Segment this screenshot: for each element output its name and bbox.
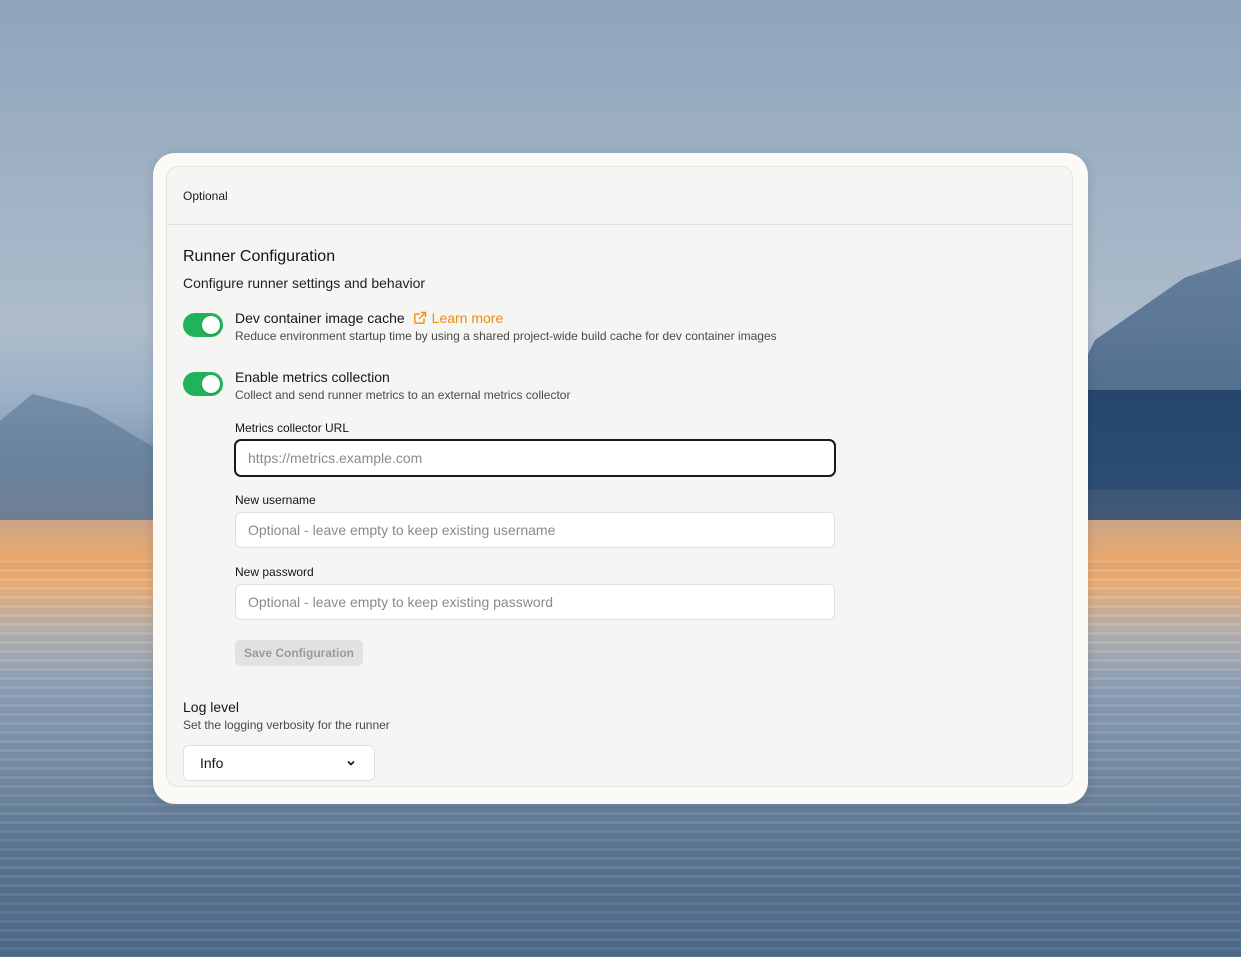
settings-window: Optional Runner Configuration Configure … — [153, 153, 1088, 804]
username-input[interactable] — [235, 512, 835, 548]
section-title: Runner Configuration — [183, 248, 336, 265]
metrics-title: Enable metrics collection — [235, 369, 390, 385]
panel-body: Runner Configuration Configure runner se… — [167, 225, 1072, 781]
log-level-selected-value: Info — [200, 755, 224, 771]
chevron-down-icon — [347, 761, 355, 766]
toggle-knob — [202, 316, 220, 334]
learn-more-label: Learn more — [431, 310, 504, 326]
section-subtitle: Configure runner settings and behavior — [183, 275, 426, 291]
toggle-knob — [202, 375, 220, 393]
metrics-fields: Metrics collector URL New username New p… — [235, 420, 1056, 666]
dev-cache-title: Dev container image cache — [235, 310, 405, 326]
metrics-url-input[interactable] — [235, 440, 835, 476]
settings-panel: Optional Runner Configuration Configure … — [166, 166, 1073, 787]
header-label: Optional — [183, 188, 228, 203]
dev-cache-description: Reduce environment startup time by using… — [235, 329, 777, 343]
password-input[interactable] — [235, 584, 835, 620]
log-level-title: Log level — [183, 699, 240, 715]
metrics-toggle[interactable] — [183, 372, 223, 396]
password-label: New password — [235, 565, 314, 579]
metrics-setting: Enable metrics collection Collect and se… — [183, 368, 1056, 403]
dev-cache-text: Dev container image cache Learn more Red… — [235, 309, 777, 344]
log-level-setting: Log level Set the logging verbosity for … — [183, 698, 1056, 781]
external-link-icon — [413, 311, 426, 324]
panel-header: Optional — [167, 167, 1072, 225]
wallpaper-lake-band — [1080, 390, 1241, 520]
username-label: New username — [235, 493, 316, 507]
metrics-url-label: Metrics collector URL — [235, 421, 350, 435]
metrics-text: Enable metrics collection Collect and se… — [235, 368, 570, 403]
dev-cache-toggle[interactable] — [183, 313, 223, 337]
learn-more-link[interactable]: Learn more — [413, 309, 504, 327]
metrics-description: Collect and send runner metrics to an ex… — [235, 388, 571, 402]
save-configuration-button[interactable]: Save Configuration — [235, 640, 364, 666]
dev-cache-setting: Dev container image cache Learn more Red… — [183, 309, 1056, 344]
dev-cache-title-line: Dev container image cache Learn more — [235, 309, 777, 327]
log-level-select[interactable]: Info — [183, 745, 375, 781]
log-level-description: Set the logging verbosity for the runner — [183, 718, 390, 732]
